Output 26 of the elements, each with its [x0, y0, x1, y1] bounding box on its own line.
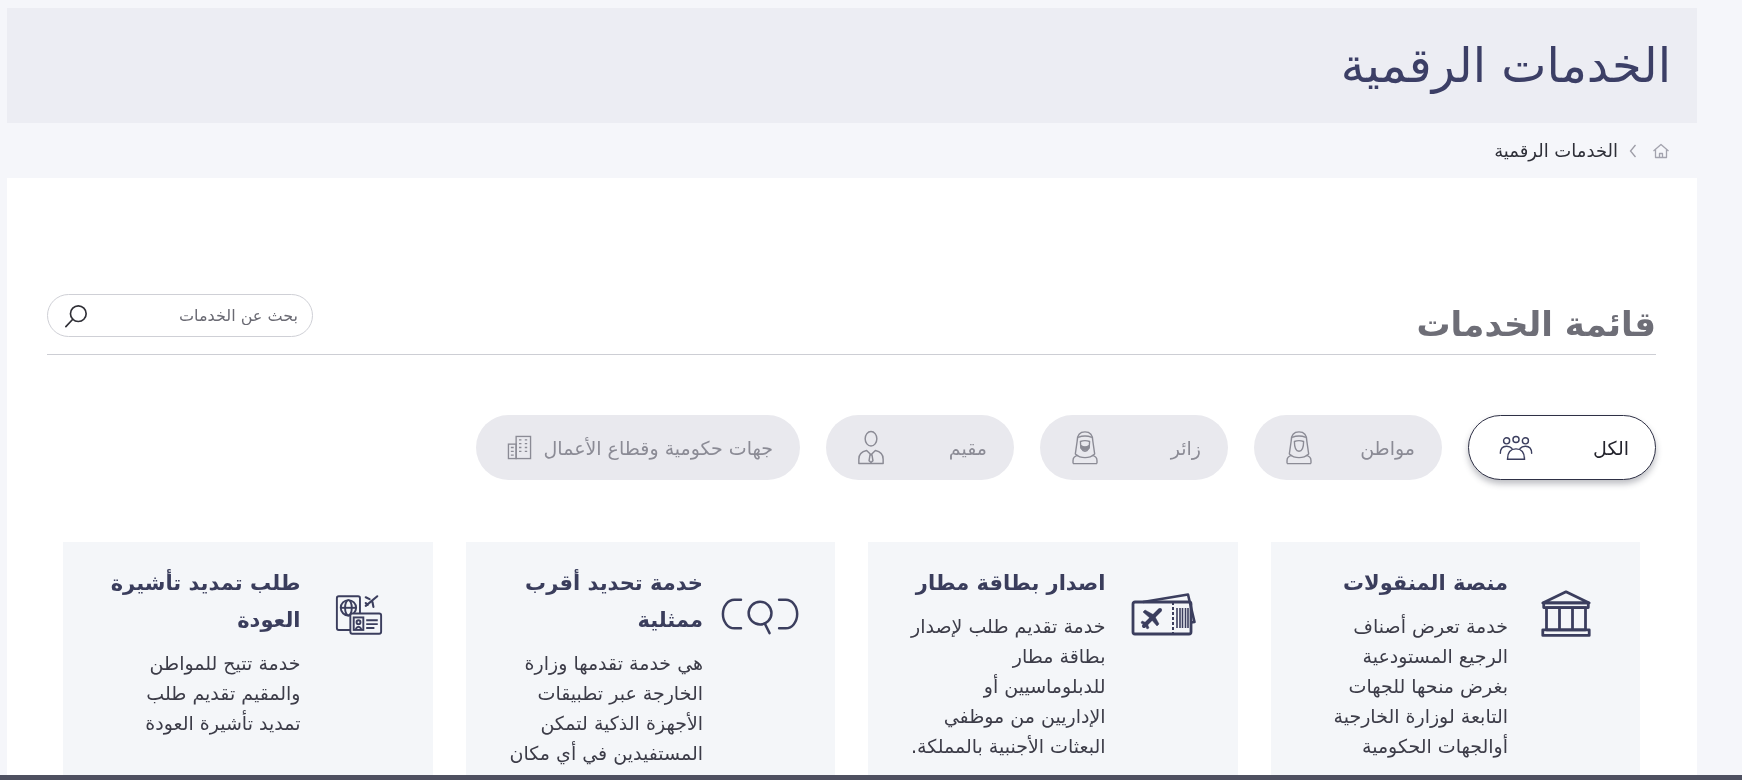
service-card[interactable]: منصة المنقولات خدمة تعرض أصناف الرجيع المستودعية بغرض منحها للجهات التابعة لوزارة الخارجية أوالجهات الحكومية: [1270, 542, 1640, 775]
person-tie-icon: [857, 430, 885, 465]
card-description: خدمة تقديم طلب لإصدار بطاقة مطار للدبلوماسيين أو الإداريين من موظفي البعثات الأجنبية بالمملكة.: [909, 614, 1106, 759]
person-headdress-icon: [1285, 430, 1313, 465]
breadcrumb-link[interactable]: الخدمات الرقمية: [1494, 140, 1618, 161]
section-title: قائمة الخدمات: [1416, 303, 1656, 346]
service-card[interactable]: طلب تمديد تأشيرة العودة خدمة تتيح للمواطن والمقيم تقديم طلب تمديد تأشيرة العودة: [63, 542, 433, 775]
filter-chip[interactable]: الكل: [1468, 415, 1656, 480]
card-title: اصدار بطاقة مطار: [914, 570, 1106, 597]
service-card[interactable]: خدمة تحديد أقرب ممثلية هي خدمة تقدمها وزارة الخارجة عبر تطبيقات الأجهزة الذكية لتمكن المستفيدين في أي مكان: [465, 542, 835, 775]
card-description: خدمة تعرض أصناف الرجيع المستودعية بغرض منحها للجهات التابعة لوزارة الخارجية أوالجهات الحكومية: [1332, 613, 1508, 760]
passport-id-card-icon: [333, 592, 384, 638]
card-title: طلب تمديد تأشيرة العودة: [109, 568, 301, 634]
page-title: الخدمات الرقمية: [1340, 36, 1671, 96]
people-group-icon: [1499, 434, 1533, 461]
plane-ticket-icon: [1130, 593, 1197, 637]
chevron-icon: [1629, 143, 1637, 158]
building-icon: [506, 435, 532, 460]
search-field[interactable]: بحث عن الخدمات: [47, 294, 313, 337]
person-mask-icon: [1071, 430, 1099, 465]
card-description: خدمة تتيح للمواطن والمقيم تقديم طلب تمديد تأشيرة العودة: [144, 651, 301, 737]
card-description: هي خدمة تقدمها وزارة الخارجة عبر تطبيقات الأجهزة الذكية لتمكن المستفيدين في أي مكان: [508, 651, 703, 767]
service-card[interactable]: اصدار بطاقة مطار خدمة تقديم طلب لإصدار بطاقة مطار للدبلوماسيين أو الإداريين من موظفي البعثات الأجنبية بالمملكة.: [868, 542, 1238, 775]
search-icon[interactable]: [64, 304, 88, 328]
card-title: منصة المنقولات: [1341, 570, 1508, 597]
card-title: خدمة تحديد أقرب ممثلية: [524, 568, 703, 634]
